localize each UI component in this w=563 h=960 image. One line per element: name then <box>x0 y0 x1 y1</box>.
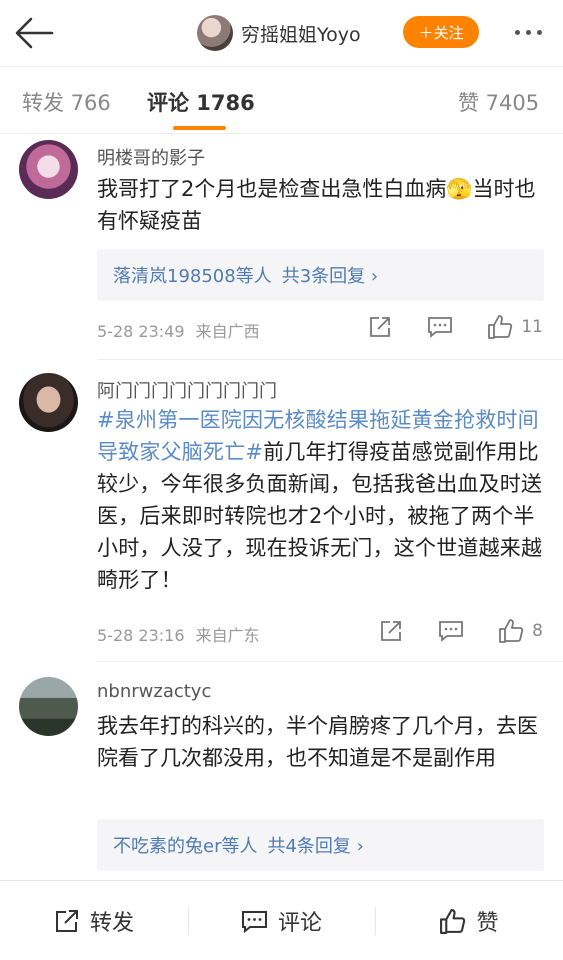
commenter-name[interactable]: 明楼哥的影子 <box>97 144 205 170</box>
like-post-button[interactable]: 赞 <box>375 881 563 960</box>
replies-users: 落清岚198508等人 <box>113 266 272 287</box>
thumbs-up-icon <box>499 619 524 643</box>
more-dot-icon <box>525 29 531 35</box>
like-count: 8 <box>532 621 543 641</box>
share-icon <box>381 621 402 641</box>
back-button[interactable] <box>14 14 54 52</box>
like-label: 赞 <box>476 911 499 936</box>
tab-likes[interactable]: 赞 7405 <box>458 87 539 117</box>
like-button[interactable] <box>498 618 524 644</box>
tab-bar: 转发 766 评论 1786 赞 7405 <box>0 66 563 134</box>
like-button[interactable] <box>487 314 513 340</box>
comment-time: 5-28 23:49 <box>97 322 185 341</box>
post-author[interactable]: 穷摇姐姐Yoyo <box>197 14 361 52</box>
comment-text: #泉州第一医院因无核酸结果拖延黄金抢救时间导致家父脑死亡#前几年打得疫苗感觉副作… <box>97 404 547 596</box>
reply-button[interactable] <box>427 314 453 340</box>
comment-text: 我去年打的科兴的，半个肩膀疼了几个月，去医院看了几次都没用，也不知道是不是副作用 <box>97 714 538 770</box>
comment-meta: 5-28 23:16 来自广东 <box>97 622 260 646</box>
replies-preview[interactable]: 落清岚198508等人 共3条回复 › <box>97 249 544 301</box>
back-arrow-icon <box>15 17 54 49</box>
divider <box>97 661 563 662</box>
repost-icon <box>55 910 78 932</box>
comment-actions: 8 <box>378 618 543 644</box>
more-button[interactable] <box>506 20 550 44</box>
comment-actions: 11 <box>367 314 543 340</box>
comment-icon <box>428 317 453 338</box>
commenter-avatar[interactable] <box>19 677 78 736</box>
replies-users: 不吃素的兔er等人 <box>113 836 258 857</box>
comment-button[interactable]: 评论 <box>188 881 375 960</box>
share-button[interactable] <box>367 314 393 340</box>
comment-icon <box>439 621 464 642</box>
repost-label: 转发 <box>89 911 134 936</box>
share-icon <box>370 317 391 337</box>
replies-count: 共3条回复 › <box>281 266 379 287</box>
commenter-name[interactable]: nbnrwzactyc <box>97 681 211 702</box>
commenter-name[interactable]: 阿门门门门门门门门门 <box>97 377 277 403</box>
comment-source: 来自广西 <box>195 322 260 341</box>
thumbs-up-icon <box>440 908 466 934</box>
top-bar: 穷摇姐姐Yoyo ＋关注 <box>0 0 563 66</box>
more-dot-icon <box>514 29 520 35</box>
replies-preview[interactable]: 不吃素的兔er等人 共4条回复 › <box>97 819 544 871</box>
divider <box>97 359 563 360</box>
comment-label: 评论 <box>277 911 322 936</box>
comment-time: 5-28 23:16 <box>97 626 185 645</box>
comment-meta: 5-28 23:49 来自广西 <box>97 318 260 342</box>
share-button[interactable] <box>378 618 404 644</box>
active-tab-indicator <box>173 126 226 130</box>
commenter-avatar[interactable] <box>19 373 78 432</box>
tab-reposts[interactable]: 转发 766 <box>22 87 111 117</box>
author-name[interactable]: 穷摇姐姐Yoyo <box>241 20 361 47</box>
commenter-avatar[interactable] <box>19 140 78 199</box>
follow-button[interactable]: ＋关注 <box>403 16 479 48</box>
reply-button[interactable] <box>438 618 464 644</box>
like-count: 11 <box>521 317 543 337</box>
comment-source: 来自广东 <box>195 626 260 645</box>
author-avatar[interactable] <box>197 15 233 51</box>
repost-button[interactable]: 转发 <box>0 881 188 960</box>
divider <box>0 133 563 134</box>
comment-icon <box>241 910 267 933</box>
replies-count: 共4条回复 › <box>267 836 364 857</box>
comment-text: 我哥打了2个月也是检查出急性白血病🫣当时也有怀疑疫苗 <box>97 177 536 233</box>
more-dot-icon <box>536 29 542 35</box>
bottom-action-bar: 转发 评论 赞 <box>0 880 563 960</box>
tab-comments[interactable]: 评论 1786 <box>147 87 255 117</box>
thumbs-up-icon <box>488 315 513 339</box>
